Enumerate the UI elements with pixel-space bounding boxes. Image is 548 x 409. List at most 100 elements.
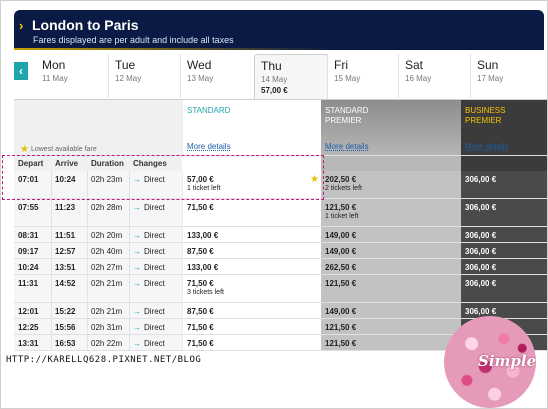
column-divider [129,171,130,198]
arrow-right-icon: → [133,279,141,288]
duration: 02h 20m [91,231,123,240]
changes-label: Direct [144,231,165,240]
day-fri[interactable]: Fri 15 May [327,54,398,98]
duration: 02h 23m [91,175,123,184]
day-sat[interactable]: Sat 16 May [398,54,469,98]
column-divider [129,199,130,226]
column-divider [87,259,88,274]
changes-header[interactable]: Changes [133,159,167,168]
standard-fare-cell[interactable]: 71,50 € [182,199,322,226]
train-row[interactable]: 09:17 12:57 02h 40m → Direct 87,50 € 149,00 € 3… [14,243,547,259]
business-premier-fare-cell[interactable]: 306,00 € [461,259,547,274]
business-premier-fare-cell[interactable]: 306,00 € [461,199,547,226]
business-premier-fare-cell[interactable]: 306,00 € [461,243,547,258]
fare-price: 306,00 € [465,279,497,288]
duration: 02h 21m [91,307,123,316]
train-row[interactable]: 07:55 11:23 02h 28m → Direct 71,50 € 121,50 €1… [14,199,547,227]
standard-premier-fare-cell[interactable]: 202,50 €2 tickets left [321,171,461,198]
more-details-link[interactable]: More details [465,142,509,151]
column-divider [87,275,88,302]
train-row[interactable]: 11:31 14:52 02h 21m → Direct 71,50 €3 tickets… [14,275,547,303]
depart-time: 09:17 [18,247,39,256]
fare-price: 306,00 € [465,175,497,184]
standard-premier-fare-cell[interactable]: 149,00 € [321,227,461,242]
class-standard-premier-header: STANDARD PREMIER More details [321,100,461,155]
lowest-fare-label: Lowest available fare [30,146,97,153]
train-row[interactable]: 08:31 11:51 02h 20m → Direct 133,00 € 149,00 €… [14,227,547,243]
standard-premier-fare-cell[interactable]: 121,50 € [321,319,461,334]
business-premier-fare-cell[interactable]: 306,00 € [461,275,547,302]
arrow-right-icon: → [133,231,141,240]
standard-fare-cell[interactable]: 71,50 € [182,335,322,350]
tickets-left: 1 ticket left [187,185,221,192]
class-name-line: BUSINESS [465,106,506,115]
standard-fare-cell[interactable]: 57,00 €1 ticket left ★ [182,171,322,198]
depart-time: 10:24 [18,263,39,272]
day-name: Mon [42,58,66,72]
changes: → Direct [133,307,165,316]
column-divider [87,319,88,334]
column-divider [129,319,130,334]
day-name: Sat [405,58,424,72]
standard-fare-cell[interactable]: 87,50 € [182,303,322,318]
standard-premier-fare-cell[interactable]: 121,50 € [321,335,461,350]
arrive-time: 10:24 [55,175,76,184]
standard-fare-cell[interactable]: 133,00 € [182,259,322,274]
standard-premier-fare-cell[interactable]: 149,00 € [321,243,461,258]
day-wed[interactable]: Wed 13 May [180,54,251,98]
arrive-header[interactable]: Arrive [55,159,78,168]
day-sun[interactable]: Sun 17 May [470,54,541,98]
fare-price: 202,50 € [325,175,357,184]
day-tue[interactable]: Tue 12 May [108,54,179,98]
arrive-time: 15:56 [55,323,76,332]
more-details-link[interactable]: More details [325,142,369,151]
day-mon[interactable]: Mon 11 May [42,54,106,98]
changes-label: Direct [144,323,165,332]
tickets-left: 3 tickets left [187,289,224,296]
arrive-time: 12:57 [55,247,76,256]
duration: 02h 40m [91,247,123,256]
changes: → Direct [133,339,165,348]
standard-fare-cell[interactable]: 71,50 € [182,319,322,334]
arrow-right-icon: → [133,263,141,272]
business-premier-fare-cell[interactable]: 306,00 € [461,227,547,242]
class-name-line: PREMIER [465,116,502,125]
arrow-right-icon: → [133,247,141,256]
more-details-link[interactable]: More details [187,142,231,151]
train-row[interactable]: 07:01 10:24 02h 23m → Direct 57,00 €1 ticket … [14,171,547,199]
business-premier-fare-cell[interactable]: 306,00 € [461,303,547,318]
column-divider [51,227,52,242]
standard-fare-cell[interactable]: 71,50 €3 tickets left [182,275,322,302]
depart-header[interactable]: Depart [18,159,43,168]
fare-price: 121,50 € [325,323,357,332]
column-divider [87,243,88,258]
date-selector: ‹ Mon 11 May Tue 12 May Wed 13 May Thu 1… [14,54,547,101]
depart-time: 13:31 [18,339,39,348]
train-row[interactable]: 12:01 15:22 02h 21m → Direct 87,50 € 149,00 € 3… [14,303,547,319]
standard-fare-cell[interactable]: 133,00 € [182,227,322,242]
fare-price: 87,50 € [187,307,214,316]
standard-premier-fare-cell[interactable]: 149,00 € [321,303,461,318]
fare-price: 149,00 € [325,247,357,256]
column-divider [129,275,130,302]
standard-premier-fare-cell[interactable]: 262,50 € [321,259,461,274]
premier-column-bg [321,156,461,171]
standard-premier-fare-cell[interactable]: 121,50 €1 ticket left [321,199,461,226]
train-row[interactable]: 10:24 13:51 02h 27m → Direct 133,00 € 262,50 €… [14,259,547,275]
standard-premier-fare-cell[interactable]: 121,50 € [321,275,461,302]
changes: → Direct [133,323,165,332]
standard-fare-cell[interactable]: 87,50 € [182,243,322,258]
duration-header[interactable]: Duration [91,159,124,168]
star-icon: ★ [20,144,29,155]
day-thu-selected[interactable]: Thu 14 May 57,00 € [254,54,328,101]
column-divider [129,335,130,350]
chevron-left-icon[interactable]: ‹ [14,62,28,80]
column-divider [87,199,88,226]
journey-title: London to Paris [32,17,139,33]
arrive-time: 16:53 [55,339,76,348]
column-divider [129,259,130,274]
column-divider [87,335,88,350]
business-premier-fare-cell[interactable]: 306,00 € [461,171,547,198]
changes-label: Direct [144,307,165,316]
fare-price: 149,00 € [325,231,357,240]
